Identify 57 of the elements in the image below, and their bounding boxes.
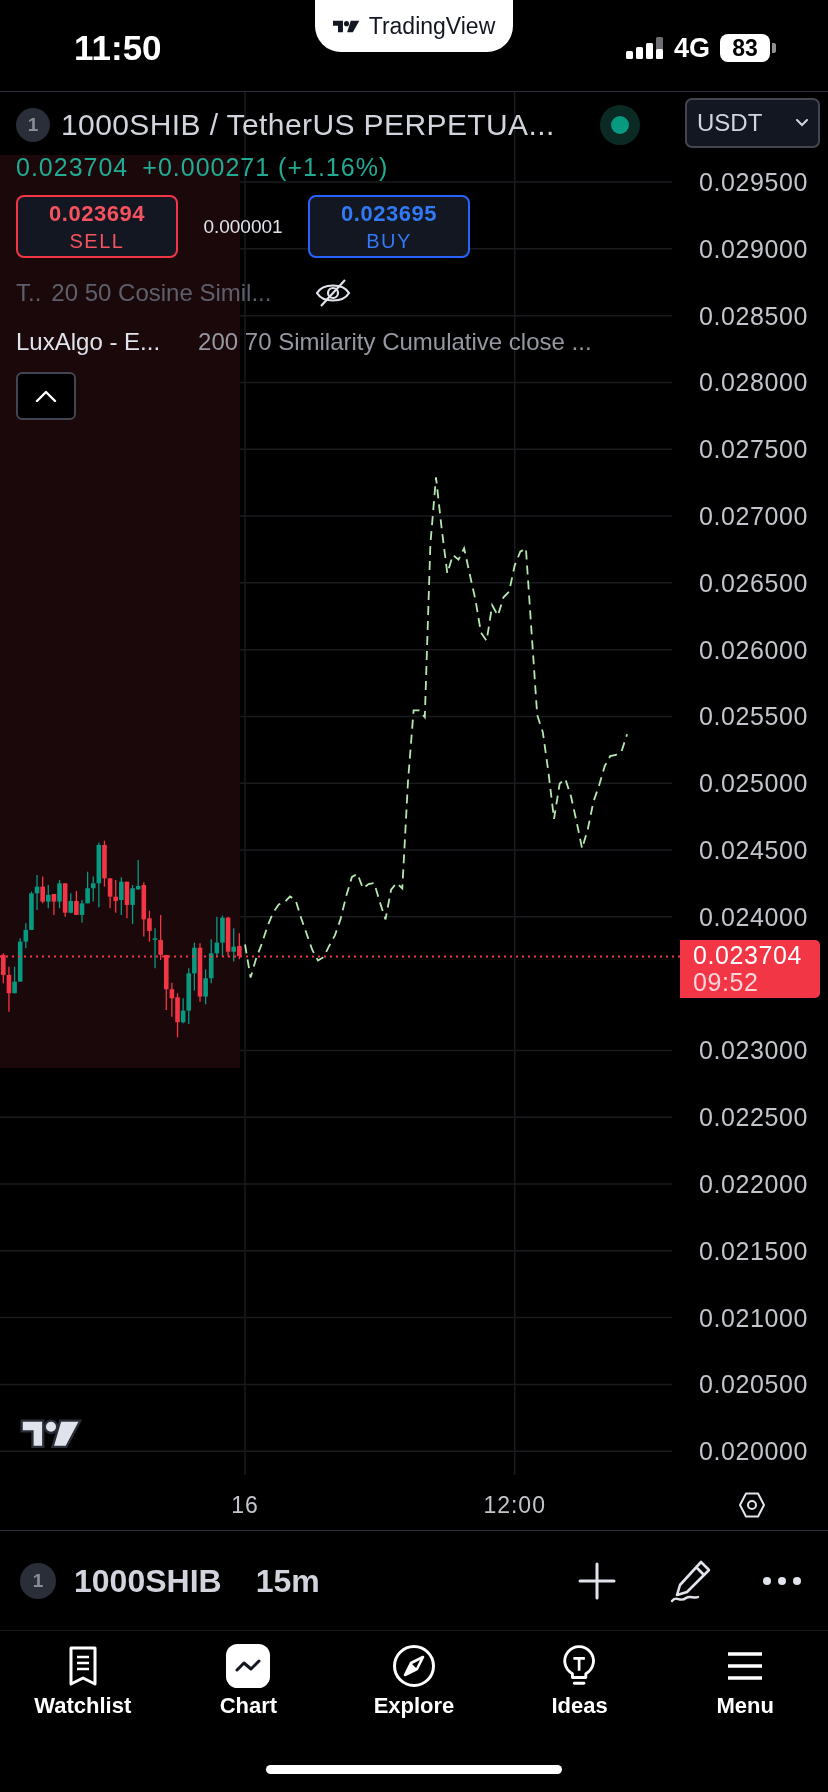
indicator-params: 200 70 Similarity Cumulative close ... — [198, 327, 592, 357]
battery-indicator: 83 — [720, 33, 776, 62]
price-label: 0.025000 — [698, 769, 808, 798]
price-label: 0.021000 — [698, 1303, 808, 1332]
ellipsis-icon[interactable] — [762, 1575, 802, 1586]
currency-dropdown[interactable]: USDT — [685, 98, 820, 148]
tab[interactable]: Menu — [662, 1631, 828, 1740]
symbol-title[interactable]: 1000SHIB / TetherUS PERPETUA... — [61, 108, 555, 142]
price-label: 0.026500 — [698, 568, 808, 597]
index-badge: 1 — [20, 1562, 56, 1599]
price-label: 0.029500 — [698, 168, 808, 197]
price-label: 0.021500 — [698, 1236, 808, 1265]
price-label: 0.029000 — [698, 234, 808, 263]
price-label: 0.027500 — [698, 435, 808, 464]
pen-icon[interactable] — [668, 1558, 712, 1603]
price-label: 0.022000 — [698, 1170, 808, 1198]
time-label: 16 — [231, 1492, 259, 1518]
tab[interactable]: Watchlist — [0, 1631, 166, 1740]
quote-price: 0.023704 — [16, 153, 129, 181]
indicator-params: 20 50 Cosine Simil... — [51, 278, 272, 308]
tab[interactable]: Ideas — [496, 1631, 663, 1740]
price-label: 0.024000 — [698, 902, 808, 931]
tab[interactable]: Explore — [331, 1631, 497, 1740]
status-time: 11:50 — [74, 27, 162, 68]
price-label: 0.027000 — [698, 502, 808, 531]
price-label: 0.023000 — [698, 1036, 808, 1065]
symbol-button[interactable]: 1000SHIB — [74, 1561, 222, 1600]
indicator-name[interactable]: LuxAlgo - E... — [16, 327, 161, 357]
spread-value: 0.000001 — [202, 215, 284, 238]
logo-icon — [20, 1416, 82, 1450]
price-label: 0.024500 — [698, 836, 808, 865]
network-type: 4G — [673, 32, 710, 63]
price-label: 0.022500 — [698, 1103, 808, 1132]
index-badge: 1 — [16, 108, 50, 142]
price-label: 0.026000 — [698, 635, 808, 664]
eye-off-icon[interactable] — [315, 278, 352, 308]
caret-icon — [35, 390, 57, 402]
price-label: 0.020500 — [698, 1370, 808, 1399]
last-price: 0.023704 — [693, 942, 804, 969]
price-label: 0.025500 — [698, 702, 808, 731]
buy-button[interactable]: 0.023695 BUY — [308, 195, 470, 258]
signal-icon — [625, 36, 664, 59]
countdown: 09:52 — [693, 969, 760, 996]
interval-button[interactable]: 15m — [255, 1561, 320, 1600]
sell-button[interactable]: 0.023694 SELL — [16, 195, 178, 258]
time-label: 12:00 — [483, 1492, 546, 1518]
app-name: TradingView — [368, 12, 496, 40]
price-label: 0.028500 — [698, 301, 808, 330]
hexagon-icon[interactable] — [738, 1491, 766, 1519]
plus-icon[interactable] — [578, 1561, 616, 1600]
logo-icon — [332, 18, 360, 34]
price-label: 0.020000 — [698, 1437, 808, 1466]
chevron-icon — [796, 119, 808, 127]
tab[interactable]: Chart — [165, 1631, 332, 1740]
price-label: 0.028000 — [698, 368, 808, 397]
quote-change: +0.000271 (+1.16%) — [142, 153, 389, 181]
collapse-button[interactable] — [16, 372, 76, 420]
